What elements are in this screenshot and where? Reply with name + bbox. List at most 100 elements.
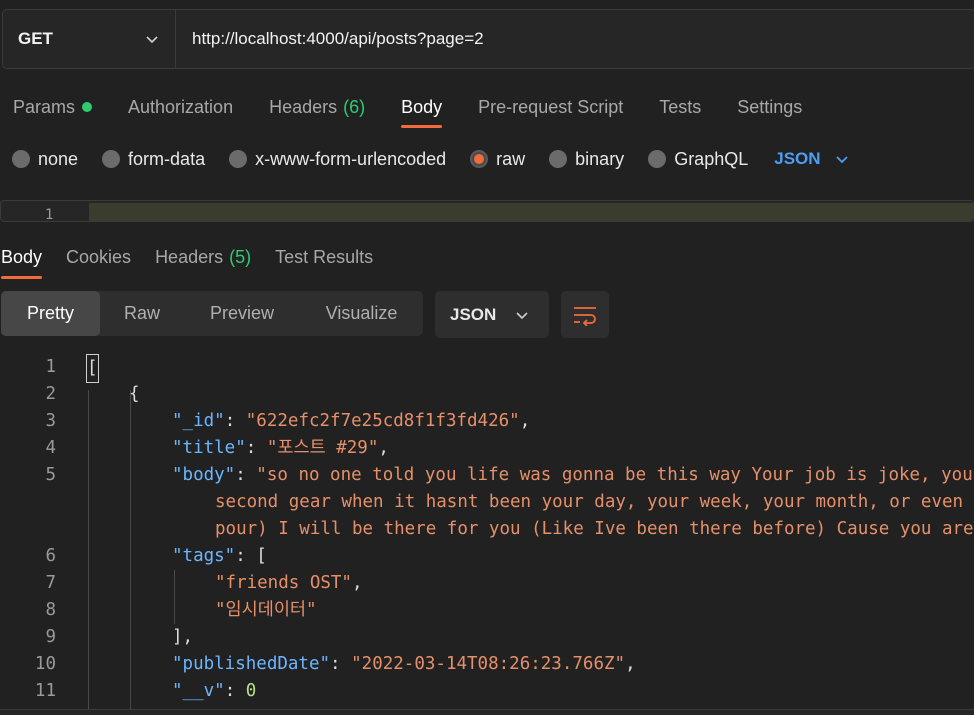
json-string: "so no one told you life was gonna be th…: [256, 465, 974, 485]
tab-tests[interactable]: Tests: [659, 86, 701, 128]
line-number: 8: [45, 600, 56, 620]
body-type-none[interactable]: none: [12, 149, 78, 170]
view-mode-visualize[interactable]: Visualize: [300, 291, 423, 336]
body-type-graphql[interactable]: GraphQL: [648, 149, 748, 170]
tab-pre-request-script[interactable]: Pre-request Script: [478, 86, 623, 128]
response-tab-cookies[interactable]: Cookies: [66, 237, 131, 277]
tab-headers[interactable]: Headers (6): [269, 86, 365, 128]
body-type-graphql-label: GraphQL: [674, 148, 749, 169]
radio-icon: [648, 150, 667, 168]
response-format-select[interactable]: JSON: [435, 291, 549, 338]
tab-settings[interactable]: Settings: [737, 86, 802, 128]
tab-headers-label: Headers: [269, 96, 338, 117]
tab-authorization[interactable]: Authorization: [128, 86, 233, 128]
body-type-form-data-label: form-data: [128, 148, 206, 169]
json-string: "포스트 #29": [266, 438, 379, 458]
response-format-label: JSON: [450, 304, 497, 324]
view-mode-pretty[interactable]: Pretty: [1, 291, 100, 336]
tab-params[interactable]: Params: [13, 86, 93, 128]
line-number: 6: [45, 546, 56, 566]
params-status-dot-icon: [82, 102, 93, 112]
body-type-urlencoded[interactable]: x-www-form-urlencoded: [229, 149, 446, 170]
tab-body-label: Body: [401, 96, 443, 117]
chevron-down-icon: [516, 311, 528, 319]
active-line-highlight: [89, 203, 973, 221]
response-headers-count: (5): [229, 246, 252, 267]
indent-guide: [174, 570, 175, 624]
method-label: GET: [18, 29, 53, 48]
body-type-selector: none form-data x-www-form-urlencoded raw…: [12, 143, 849, 175]
response-tab-body[interactable]: Body: [1, 237, 43, 279]
wrap-lines-button[interactable]: [561, 291, 609, 338]
json-key: "_id": [172, 411, 225, 431]
view-mode-preview[interactable]: Preview: [184, 291, 300, 336]
response-tab-headers-label: Headers: [155, 246, 224, 267]
tab-authorization-label: Authorization: [128, 96, 234, 117]
body-type-raw[interactable]: raw: [470, 149, 525, 170]
url-box: GET http://localhost:4000/api/posts?page…: [2, 9, 974, 69]
wrap-lines-icon: [574, 306, 596, 326]
view-mode-segmented: Pretty Raw Preview Visualize: [1, 291, 423, 336]
request-body-editor[interactable]: 1: [0, 200, 974, 222]
json-string: "622efc2f7e25cd8f1f3fd426": [245, 411, 520, 431]
response-body-code[interactable]: 1 [ 2 { 3 "_id": "622efc2f7e25cd8f1f3fd4…: [0, 354, 974, 715]
json-key: "body": [172, 465, 236, 485]
response-tab-test-results-label: Test Results: [275, 246, 374, 267]
radio-icon: [102, 150, 121, 168]
line-number: 11: [34, 681, 56, 701]
bottom-panel-edge: [0, 709, 974, 715]
tab-body[interactable]: Body: [401, 86, 443, 128]
body-type-form-data[interactable]: form-data: [102, 149, 205, 170]
line-number: 2: [45, 384, 56, 404]
json-key: "title": [172, 438, 246, 458]
line-number: 7: [45, 573, 56, 593]
response-tab-headers[interactable]: Headers (5): [155, 237, 251, 277]
url-input[interactable]: http://localhost:4000/api/posts?page=2: [176, 10, 974, 68]
tab-settings-label: Settings: [737, 96, 803, 117]
method-select[interactable]: GET: [3, 10, 176, 68]
json-string: "2022-03-14T08:26:23.766Z": [351, 654, 626, 674]
json-string: pour) I will be there for you (Like Ive …: [215, 519, 974, 539]
body-type-binary[interactable]: binary: [549, 149, 624, 170]
json-brace: {: [129, 384, 140, 404]
headers-count: (6): [343, 96, 366, 117]
radio-icon: [229, 150, 248, 168]
json-bracket: [: [86, 354, 99, 383]
json-string: "임시데이터": [215, 600, 317, 620]
chevron-down-icon: [835, 156, 848, 164]
body-type-binary-label: binary: [575, 148, 625, 169]
line-number: 1: [45, 357, 56, 377]
tab-pre-request-label: Pre-request Script: [478, 96, 624, 117]
response-tab-cookies-label: Cookies: [66, 246, 132, 267]
response-tab-body-label: Body: [1, 246, 43, 267]
json-number: 0: [245, 681, 257, 701]
json-bracket: ],: [172, 627, 194, 647]
raw-format-label: JSON: [774, 149, 821, 168]
tab-params-label: Params: [13, 96, 76, 117]
chevron-down-icon: [146, 36, 158, 44]
json-key: "__v": [172, 681, 225, 701]
json-string: second gear when it hasnt been your day,…: [215, 492, 974, 512]
body-type-none-label: none: [38, 148, 79, 169]
request-line-number: 1: [45, 207, 54, 222]
json-key: "tags": [172, 546, 236, 566]
indent-guide: [130, 390, 131, 715]
raw-format-select[interactable]: JSON: [774, 149, 848, 169]
response-tab-test-results[interactable]: Test Results: [275, 237, 373, 277]
body-type-raw-label: raw: [496, 148, 526, 169]
request-tabs: Params Authorization Headers (6) Body Pr…: [0, 84, 825, 130]
url-text: http://localhost:4000/api/posts?page=2: [192, 29, 484, 48]
radio-icon: [549, 150, 568, 168]
json-key: "publishedDate": [172, 654, 331, 674]
view-mode-raw[interactable]: Raw: [100, 291, 184, 336]
response-tabs: Body Cookies Headers (5) Test Results: [0, 236, 397, 279]
line-number: 5: [45, 465, 56, 485]
line-number: 3: [45, 411, 56, 431]
tab-tests-label: Tests: [659, 96, 702, 117]
body-type-urlencoded-label: x-www-form-urlencoded: [255, 148, 447, 169]
indent-guide: [88, 390, 89, 715]
radio-selected-icon: [470, 150, 489, 168]
radio-icon: [12, 150, 30, 168]
line-number: 10: [34, 654, 56, 674]
request-url-bar: GET http://localhost:4000/api/posts?page…: [0, 0, 974, 78]
